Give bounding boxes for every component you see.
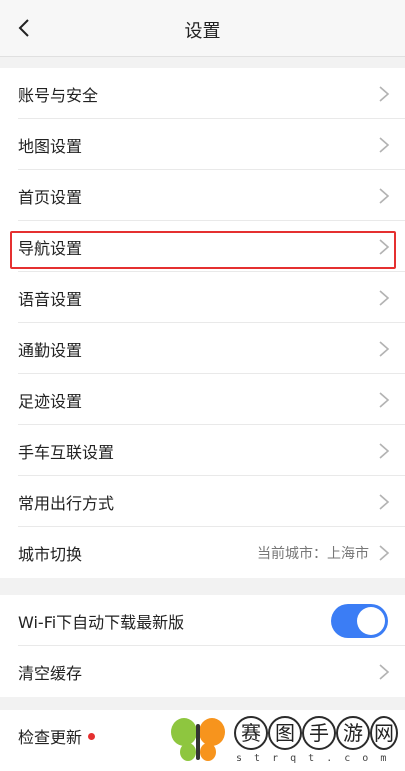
chevron-right-icon [379, 664, 390, 680]
chevron-right-icon [379, 137, 390, 153]
settings-item-car-connect[interactable]: 手车互联设置 [0, 425, 405, 476]
chevron-right-icon [379, 494, 390, 510]
settings-item-label: 导航设置 [18, 238, 83, 258]
settings-item-label: 通勤设置 [18, 340, 83, 360]
current-city-value: 当前城市：上海市 [257, 546, 369, 562]
settings-item-commute[interactable]: 通勤设置 [0, 323, 405, 374]
settings-list: 账号与安全 地图设置 首页设置 导航设置 语音设置 通勤设置 足迹设置 手车互联… [0, 68, 405, 578]
settings-item-label: 检查更新 [18, 724, 96, 748]
settings-item-account-security[interactable]: 账号与安全 [0, 68, 405, 119]
chevron-right-icon [379, 545, 390, 561]
settings-item-voice[interactable]: 语音设置 [0, 272, 405, 323]
top-bar: 设置 [0, 0, 405, 57]
site-watermark: 赛 图 手 游 网 s t r q t . c o m [168, 710, 400, 768]
settings-item-travel-mode[interactable]: 常用出行方式 [0, 476, 405, 527]
watermark-char: 网 [370, 716, 398, 750]
new-badge-dot [88, 732, 96, 740]
chevron-right-icon [379, 188, 390, 204]
check-update-label: 检查更新 [18, 727, 83, 747]
chevron-right-icon [379, 341, 390, 357]
page-title: 设置 [184, 21, 221, 42]
settings-item-label: Wi-Fi下自动下载最新版 [18, 612, 185, 632]
settings-item-label: 手车互联设置 [18, 442, 115, 462]
watermark-char: 赛 [234, 716, 268, 750]
settings-item-label: 语音设置 [18, 289, 83, 309]
settings-item-label: 地图设置 [18, 136, 83, 156]
settings-item-footprint[interactable]: 足迹设置 [0, 374, 405, 425]
settings-item-city-switch[interactable]: 城市切换 当前城市：上海市 [0, 527, 405, 578]
watermark-char: 游 [336, 716, 370, 750]
settings-item-navigation[interactable]: 导航设置 [0, 221, 405, 272]
settings-item-label: 首页设置 [18, 187, 83, 207]
settings-item-label: 清空缓存 [18, 663, 83, 683]
chevron-right-icon [379, 290, 390, 306]
settings-item-label: 常用出行方式 [18, 493, 115, 513]
watermark-domain: s t r q t . c o m [236, 753, 390, 764]
settings-item-home[interactable]: 首页设置 [0, 170, 405, 221]
settings-item-label: 城市切换 [18, 544, 83, 564]
settings-item-label: 足迹设置 [18, 391, 83, 411]
watermark-char: 图 [268, 716, 302, 750]
butterfly-logo-icon [171, 718, 225, 761]
chevron-right-icon [379, 443, 390, 459]
chevron-right-icon [379, 86, 390, 102]
toggle-knob [357, 607, 385, 635]
watermark-char: 手 [302, 716, 336, 750]
chevron-right-icon [379, 392, 390, 408]
settings-item-map[interactable]: 地图设置 [0, 119, 405, 170]
wifi-auto-download-toggle[interactable] [331, 604, 388, 638]
settings-item-wifi-auto-download: Wi-Fi下自动下载最新版 [0, 595, 405, 646]
settings-item-label: 账号与安全 [18, 85, 99, 105]
settings-item-clear-cache[interactable]: 清空缓存 [0, 646, 405, 697]
settings-list-download: Wi-Fi下自动下载最新版 清空缓存 [0, 595, 405, 697]
chevron-right-icon [379, 239, 390, 255]
